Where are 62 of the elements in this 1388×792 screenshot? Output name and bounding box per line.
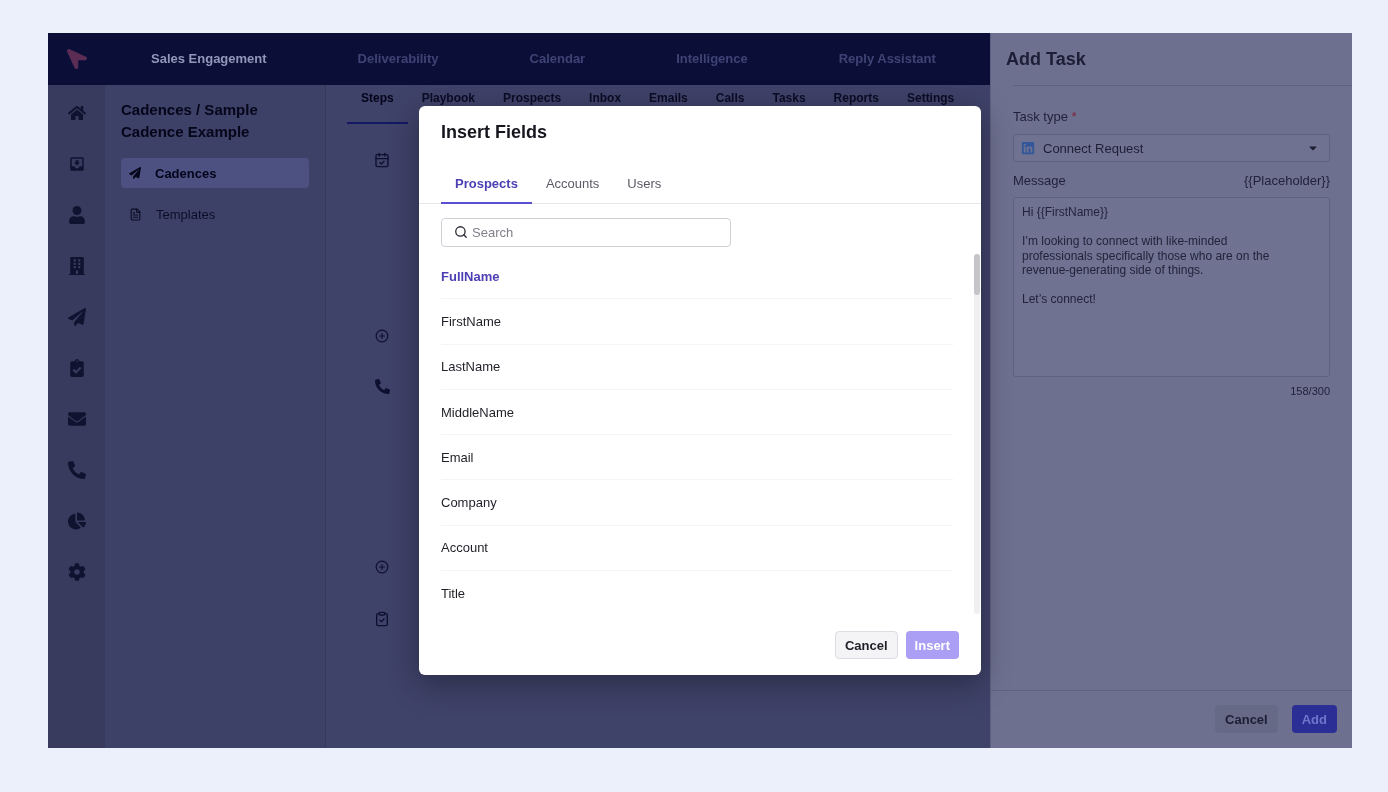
cadence-tab[interactable]: Calls (701, 85, 759, 105)
plus-circle-icon (375, 329, 389, 343)
field-option[interactable]: Title (441, 571, 953, 614)
cadence-tab[interactable]: Playbook (407, 85, 490, 105)
breadcrumb: Cadences / Sample Cadence Example (121, 100, 259, 142)
settings-icon[interactable] (67, 563, 86, 581)
dialog-title: Insert Fields (441, 121, 549, 143)
field-option[interactable]: MiddleName (441, 389, 953, 436)
cadence-tab[interactable]: Prospects (489, 85, 576, 105)
field-option[interactable]: FirstName (441, 299, 953, 345)
search-icon (454, 225, 468, 239)
dialog-tab[interactable]: Users (613, 164, 676, 204)
field-option[interactable]: FullName (441, 254, 953, 300)
dialog-tab[interactable]: Prospects (441, 164, 532, 204)
dialog-tab[interactable]: Accounts (531, 164, 614, 204)
nav-tab[interactable]: Reply Assistant (838, 51, 936, 67)
field-option[interactable]: Email (441, 435, 953, 481)
cadence-tab[interactable]: Tasks (758, 85, 820, 105)
cadence-tab[interactable]: Reports (819, 85, 893, 105)
nav-tab[interactable]: Calendar (529, 51, 586, 67)
nav-tab[interactable]: Intelligence (676, 51, 748, 67)
mail-icon[interactable] (67, 410, 86, 428)
inbox-icon[interactable] (67, 155, 86, 173)
nav-tab[interactable]: Deliverability (357, 51, 439, 67)
scroll-thumb[interactable] (974, 254, 980, 295)
field-label: Message (1013, 173, 1066, 189)
search-field[interactable]: Search (441, 218, 731, 247)
field-label: Task type * (1013, 109, 1078, 125)
file-icon (129, 207, 142, 221)
field-option[interactable]: Account (441, 525, 953, 572)
clipboard-check-icon (374, 611, 390, 627)
field-option[interactable]: LastName (441, 344, 953, 390)
pie-chart-icon[interactable] (67, 512, 86, 530)
task-type-select[interactable]: Connect Request (1013, 134, 1330, 162)
panel-title: Add Task (1006, 48, 1087, 70)
clipboard-check-icon[interactable] (67, 359, 86, 377)
cadence-tab[interactable]: Settings (892, 85, 969, 105)
primary-button[interactable]: Add (1291, 705, 1337, 733)
paper-plane-icon[interactable] (67, 308, 86, 326)
paper-plane-icon (129, 167, 141, 179)
character-counter: 158/300 (1290, 385, 1330, 398)
building-icon[interactable] (67, 257, 86, 275)
scrollbar[interactable] (974, 254, 980, 614)
plus-circle-icon (375, 560, 389, 574)
placeholder-link[interactable]: {{Placeholder}} (1243, 173, 1330, 189)
cadence-tab[interactable]: Steps (347, 85, 408, 124)
secondary-button[interactable]: Cancel (834, 631, 898, 659)
calendar-check-icon (374, 152, 390, 168)
phone-icon[interactable] (67, 461, 86, 479)
cadence-tab[interactable]: Emails (635, 85, 702, 105)
cadence-tab[interactable]: Inbox (575, 85, 636, 105)
sidebar-item[interactable]: Cadences (121, 158, 309, 188)
phone-icon (374, 379, 390, 394)
nav-tab[interactable]: Sales Engagement (151, 51, 267, 67)
sidebar-item[interactable]: Templates (121, 199, 309, 229)
linkedin-icon (1021, 141, 1035, 155)
field-option[interactable]: Company (441, 480, 953, 526)
message-field[interactable]: Hi {{FirstName}} I’m looking to connect with like-minded professionals specifically those who are on the revenue-generating side of things. Let’s connect! (1013, 197, 1330, 377)
secondary-button[interactable]: Cancel (1215, 705, 1278, 733)
logo-icon[interactable] (66, 49, 87, 69)
user-icon[interactable] (67, 206, 86, 224)
home-icon[interactable] (67, 104, 86, 122)
